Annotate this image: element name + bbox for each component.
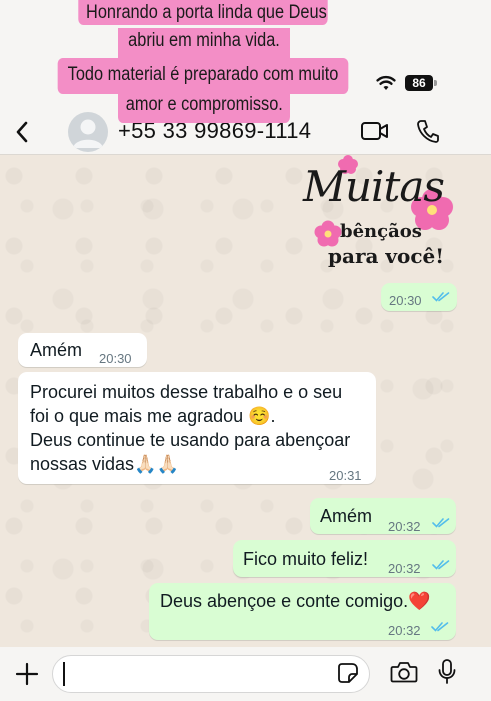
sticker-line-1: bênçãos: [340, 221, 422, 242]
message-time: 20:32: [388, 561, 421, 576]
message-text: Amém: [30, 340, 83, 360]
message-line: Deus continue te usando para abençoar: [30, 430, 351, 450]
chevron-left-icon[interactable]: [14, 120, 30, 144]
double-check-icon: [432, 560, 450, 570]
flower-icon: [314, 220, 342, 247]
message-input[interactable]: [52, 655, 370, 693]
double-check-icon: [431, 622, 449, 632]
double-check-icon: [432, 292, 450, 302]
outgoing-message[interactable]: Deus abençoe e conte comigo.❤️ 20:32: [149, 583, 456, 640]
chat-screen: 86 +55 33 99869-1114 Honrando a porta li…: [0, 0, 491, 701]
message-text: Deus abençoe e conte comigo.❤️: [160, 591, 431, 611]
incoming-message[interactable]: Amém 20:30: [18, 333, 147, 367]
message-text: Amém: [320, 506, 373, 526]
message-time: 20:31: [329, 468, 362, 483]
plus-icon[interactable]: [14, 661, 40, 687]
sticker-line-2: para você!: [328, 244, 445, 268]
double-check-icon: [432, 518, 450, 528]
caption-line-2: abriu em minha vida.: [118, 28, 290, 58]
wifi-icon: [376, 75, 396, 90]
battery-tip: [434, 80, 437, 86]
message-time: 20:32: [388, 623, 421, 638]
message-text: Fico muito feliz!: [243, 549, 369, 569]
incoming-message[interactable]: Procurei muitos desse trabalho e o seu f…: [18, 372, 376, 484]
caption-line-1: Honrando a porta linda que Deus: [78, 0, 328, 25]
battery-indicator: 86: [405, 75, 433, 91]
video-camera-icon[interactable]: [360, 120, 390, 142]
outgoing-message[interactable]: Amém 20:32: [310, 498, 456, 534]
caption-line-4: amor e compromisso.: [118, 92, 290, 123]
message-line: nossas vidas🙏🏻🙏🏻: [30, 454, 179, 474]
avatar[interactable]: [68, 112, 108, 152]
sticker-icon[interactable]: [337, 662, 359, 684]
sticker-title: Muitas: [303, 162, 445, 211]
outgoing-message[interactable]: Fico muito feliz! 20:32: [233, 540, 456, 577]
sticker-timestamp-bubble: 20:30: [381, 283, 457, 311]
message-line: foi o que mais me agradou ☺️.: [30, 406, 276, 426]
camera-icon[interactable]: [390, 660, 418, 684]
default-avatar-icon: [73, 119, 103, 148]
message-line: Procurei muitos desse trabalho e o seu: [30, 382, 343, 402]
microphone-icon[interactable]: [437, 658, 457, 686]
phone-icon[interactable]: [416, 118, 440, 144]
message-time: 20:30: [389, 293, 422, 308]
message-time: 20:32: [388, 519, 421, 534]
caption-line-3: Todo material é preparado com muito: [57, 58, 349, 94]
text-caret: [63, 662, 65, 686]
message-time: 20:30: [99, 351, 132, 366]
